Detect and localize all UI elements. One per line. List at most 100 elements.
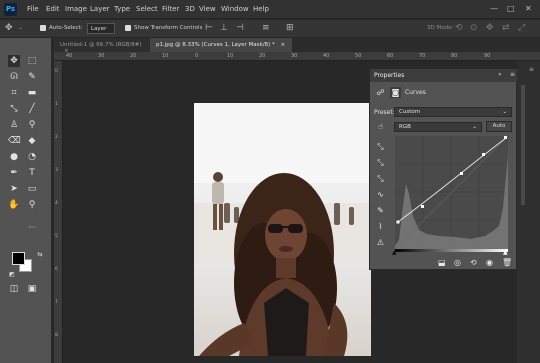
- white-point-eyedropper-icon[interactable]: ⤡: [375, 173, 386, 184]
- ruler-tick-label: 50: [355, 53, 362, 59]
- lasso-icon[interactable]: ᘏ: [8, 71, 20, 83]
- blur-icon[interactable]: ●: [8, 151, 20, 163]
- swap-colors-icon[interactable]: ⇆: [34, 249, 46, 261]
- 3d-mode-label: 3D Mode:: [427, 25, 454, 31]
- panel-menu-icon[interactable]: ≡: [529, 66, 534, 73]
- channel-dropdown[interactable]: RGB ⌄: [394, 122, 482, 132]
- distribute-icon[interactable]: ≡: [262, 23, 270, 33]
- show-transform-checkbox[interactable]: [125, 25, 131, 31]
- menu-filter[interactable]: Filter: [162, 5, 179, 13]
- black-point-eyedropper-icon[interactable]: ⤡: [375, 141, 386, 152]
- layer-mask-icon[interactable]: ◙: [390, 87, 401, 98]
- screen-mode-icon[interactable]: ▣: [26, 283, 38, 295]
- align-right-icon[interactable]: ⊣: [236, 23, 244, 33]
- 3d-scale-icon[interactable]: ⤢: [518, 23, 525, 33]
- menu-select[interactable]: Select: [136, 5, 158, 13]
- marquee-icon[interactable]: ⬚: [26, 55, 38, 67]
- visibility-icon[interactable]: ◉: [486, 258, 493, 267]
- history-brush-icon[interactable]: ⚲: [26, 119, 38, 131]
- frame-icon[interactable]: ▬: [26, 87, 38, 99]
- menu-view[interactable]: View: [199, 5, 216, 13]
- distribute-horizontal-icon[interactable]: ⊞: [286, 23, 294, 33]
- minimize-button[interactable]: —: [490, 4, 498, 13]
- close-tab-icon[interactable]: ×: [280, 42, 285, 48]
- tab-untitled-1[interactable]: Untitled-1 @ 66.7% (RGB/8#) ×: [54, 38, 150, 54]
- preset-dropdown[interactable]: Custom ⌄: [394, 107, 512, 117]
- panel-menu-icon[interactable]: ≡: [510, 71, 515, 78]
- ruler-tick-label: 40: [66, 53, 73, 59]
- 3d-slide-icon[interactable]: ⇄: [502, 23, 510, 33]
- panel-title: Properties: [374, 72, 405, 79]
- move-tool-preset-icon[interactable]: ✥: [5, 23, 13, 33]
- crop-icon[interactable]: ⌗: [8, 87, 20, 99]
- delete-icon[interactable]: 🗑: [502, 258, 512, 267]
- move-icon[interactable]: ✥: [8, 55, 20, 67]
- menu-type[interactable]: Type: [114, 5, 130, 13]
- photoshop-logo: Ps: [4, 3, 17, 16]
- menu-help[interactable]: Help: [253, 5, 269, 13]
- auto-button[interactable]: Auto: [486, 121, 512, 132]
- black-point-slider[interactable]: ▲: [392, 249, 397, 256]
- scrollbar[interactable]: [521, 85, 525, 205]
- reset-icon[interactable]: ⟲: [470, 258, 477, 267]
- gray-point-eyedropper-icon[interactable]: ⤡: [375, 157, 386, 168]
- smooth-curve-icon[interactable]: ⌇: [375, 221, 386, 232]
- maximize-button[interactable]: □: [507, 4, 515, 13]
- paint-bucket-icon[interactable]: ◆: [26, 135, 38, 147]
- auto-select-dropdown[interactable]: Layer: [87, 23, 115, 34]
- properties-panel: Properties » ≡ ☍ ◙ Curves Preset: Custom…: [369, 68, 518, 270]
- 3d-rotate-icon[interactable]: ⟲: [455, 23, 463, 33]
- auto-select-checkbox[interactable]: [40, 25, 46, 31]
- menu-image[interactable]: Image: [65, 5, 87, 13]
- menu-layer[interactable]: Layer: [90, 5, 110, 13]
- hand-icon[interactable]: ✋: [8, 199, 20, 211]
- ruler-tick-label: 70: [419, 53, 426, 59]
- default-colors-icon[interactable]: ◩: [6, 269, 18, 281]
- brush-icon[interactable]: ╱: [26, 103, 38, 115]
- chevron-down-icon: ⌄: [472, 124, 477, 130]
- ruler-tick-label: 80: [451, 53, 458, 59]
- foreground-color-swatch[interactable]: [12, 252, 25, 265]
- menu-3d[interactable]: 3D: [185, 5, 195, 13]
- dodge-icon[interactable]: ◔: [26, 151, 38, 163]
- align-left-icon[interactable]: ⊢: [205, 23, 213, 33]
- path-select-icon[interactable]: ➤: [8, 183, 20, 195]
- canvas-area[interactable]: [63, 61, 371, 363]
- ruler-tick-label: 4: [55, 201, 58, 206]
- white-point-slider[interactable]: ▲: [503, 249, 508, 256]
- rectangle-icon[interactable]: ▭: [26, 183, 38, 195]
- curve-edit-points-icon[interactable]: ∿: [375, 189, 386, 200]
- clipping-warning-icon[interactable]: ⚠: [375, 237, 386, 248]
- collapse-panel-icon[interactable]: »: [498, 71, 502, 78]
- targeted-adjustment-icon[interactable]: ☝: [375, 121, 386, 132]
- menu-edit[interactable]: Edit: [46, 5, 60, 13]
- tools-panel: ✥ ⬚ ᘏ ✎ ⌗ ▬ ⤡ ╱ ♙ ⚲ ⌫ ◆ ● ◔ ✒ T ➤ ▭ ✋ ⚲ …: [0, 38, 52, 363]
- align-center-icon[interactable]: ⊥: [220, 23, 228, 33]
- ruler-tick-label: 20: [259, 53, 266, 59]
- view-previous-state-icon[interactable]: ◎: [454, 258, 461, 267]
- clone-stamp-icon[interactable]: ♙: [8, 119, 20, 131]
- ruler-tick-label: 20: [130, 53, 137, 59]
- eyedropper-icon[interactable]: ⤡: [8, 103, 20, 115]
- close-window-button[interactable]: ✕: [525, 4, 532, 13]
- menu-file[interactable]: File: [27, 5, 39, 13]
- pen-icon[interactable]: ✒: [8, 167, 20, 179]
- more-tools-icon[interactable]: ⋯: [26, 221, 38, 233]
- chevron-down-icon[interactable]: ⌄: [18, 25, 23, 31]
- quick-select-icon[interactable]: ✎: [26, 71, 38, 83]
- tab-p1[interactable]: p1.jpg @ 8.33% (Curves 1, Layer Mask/8) …: [150, 38, 292, 52]
- pencil-draw-icon[interactable]: ✎: [375, 205, 386, 216]
- document-photo[interactable]: [194, 103, 371, 356]
- ruler-tick-label: 3: [55, 168, 58, 173]
- 3d-drag-icon[interactable]: ✥: [486, 23, 494, 33]
- type-icon[interactable]: T: [26, 167, 38, 179]
- 3d-roll-icon[interactable]: ⊙: [470, 23, 478, 33]
- eraser-icon[interactable]: ⌫: [8, 135, 21, 147]
- ruler-tick-label: 5: [55, 234, 58, 239]
- menu-window[interactable]: Window: [221, 5, 249, 13]
- clip-to-layer-icon[interactable]: ⬓: [438, 258, 446, 267]
- zoom-icon[interactable]: ⚲: [26, 199, 38, 211]
- quick-mask-icon[interactable]: ◫: [8, 283, 20, 295]
- preset-label: Preset:: [374, 109, 395, 116]
- curves-graph[interactable]: [394, 135, 509, 250]
